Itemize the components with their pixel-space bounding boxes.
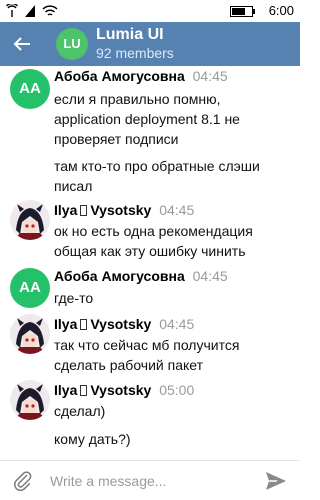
sender-last-name: Vysotsky <box>90 316 152 332</box>
message-time: 04:45 <box>159 316 195 332</box>
profile-photo-icon <box>10 200 50 240</box>
sender-last-name: Vysotsky <box>90 202 152 218</box>
group-avatar[interactable]: LU <box>56 28 88 60</box>
sender-last-name: Vysotsky <box>90 382 152 398</box>
avatar[interactable] <box>10 380 50 420</box>
status-bar: 6:00 <box>0 0 300 22</box>
message-item: Ilya Vysotsky 04:45 так что сейчас мб пол… <box>0 314 300 376</box>
cellular-icon <box>25 5 35 17</box>
message-item: AA Абоба Амогусовна 04:45 где-то <box>0 266 300 310</box>
sender-name[interactable]: Ilya Vysotsky 04:45 <box>54 316 194 332</box>
sender-first-name: Ilya <box>54 382 78 398</box>
message-time: 04:45 <box>192 68 228 84</box>
message-text: где-то <box>54 290 94 306</box>
send-icon[interactable] <box>264 469 288 493</box>
paperclip-icon[interactable] <box>12 470 34 492</box>
message-text: там кто-то про обратные слэши писал <box>54 158 260 194</box>
message-text: сделал) <box>54 403 106 419</box>
message-text: ок но есть одна рекомендация общая как э… <box>54 223 253 259</box>
sender-name[interactable]: Абоба Амогусовна 04:45 <box>54 268 228 284</box>
member-count: 92 members <box>96 45 174 61</box>
message-time: 04:45 <box>159 202 195 218</box>
sender-name[interactable]: Ilya Vysotsky 05:00 <box>54 382 194 398</box>
message-item: Ilya Vysotsky 04:45 ок но есть одна реком… <box>0 200 300 262</box>
sender-name[interactable]: Абоба Амогусовна 04:45 <box>54 68 228 84</box>
avatar[interactable]: AA <box>10 69 50 109</box>
message-input[interactable] <box>50 467 250 495</box>
chat-header: LU Lumia UI 92 members <box>0 22 300 66</box>
battery-icon <box>230 6 255 17</box>
message-time: 04:45 <box>192 268 228 284</box>
avatar[interactable]: AA <box>10 268 50 308</box>
message-text: если я правильно помню, application depl… <box>54 91 240 147</box>
profile-photo-icon <box>10 314 50 354</box>
sender-first-name: Ilya <box>54 202 78 218</box>
avatar[interactable] <box>10 314 50 354</box>
message-item: AA Абоба Амогусовна 04:45 если я правиль… <box>0 66 300 198</box>
back-arrow-icon[interactable] <box>10 32 34 56</box>
message-time: 05:00 <box>159 382 195 398</box>
wifi-icon <box>42 5 58 16</box>
sender-first-name: Ilya <box>54 316 78 332</box>
message-list[interactable]: AA Абоба Амогусовна 04:45 если я правиль… <box>0 66 300 460</box>
clock: 6:00 <box>268 3 294 18</box>
avatar[interactable] <box>10 200 50 240</box>
group-title[interactable]: Lumia UI <box>96 26 164 44</box>
sender-label: Абоба Амогусовна <box>54 68 185 84</box>
emoji-glyph <box>80 205 88 216</box>
message-text: кому дать?) <box>54 431 131 447</box>
message-composer <box>0 460 300 500</box>
message-item: Ilya Vysotsky 05:00 сделал) кому дать?) <box>0 380 300 460</box>
signal-icon <box>6 4 18 17</box>
sender-label: Абоба Амогусовна <box>54 268 185 284</box>
profile-photo-icon <box>10 380 50 420</box>
sender-name[interactable]: Ilya Vysotsky 04:45 <box>54 202 194 218</box>
emoji-glyph <box>80 385 88 396</box>
emoji-glyph <box>80 319 88 330</box>
message-text: так что сейчас мб получится сделать рабо… <box>54 337 240 373</box>
